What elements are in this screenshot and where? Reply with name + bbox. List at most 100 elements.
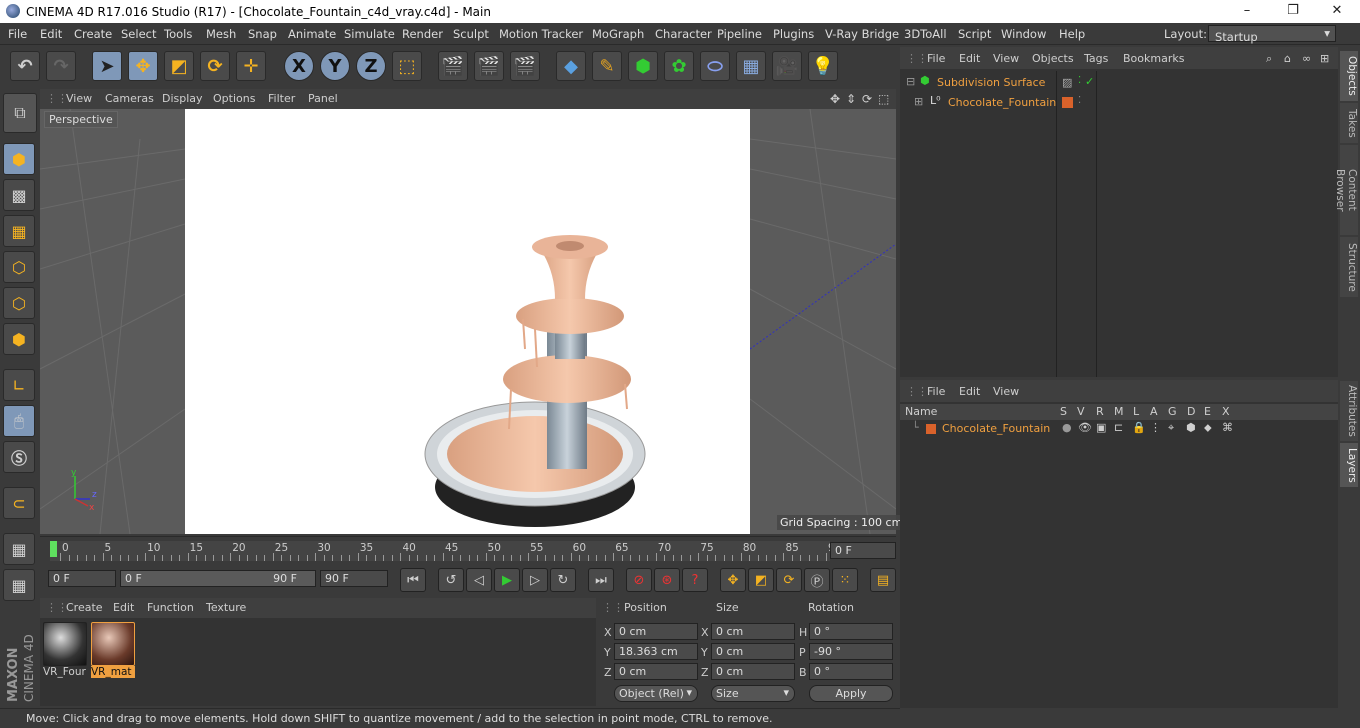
menu-render[interactable]: Render <box>402 27 443 41</box>
next-key-button[interactable]: ↻ <box>550 568 576 592</box>
layers-menu-view[interactable]: View <box>993 385 1019 398</box>
new-panel-icon[interactable]: ⊞ <box>1320 52 1329 65</box>
viewport-menu-view[interactable]: View <box>66 92 92 105</box>
autokey-button[interactable]: ⊛ <box>654 568 680 592</box>
material-menu-edit[interactable]: Edit <box>113 601 134 614</box>
objects-menu-view[interactable]: View <box>993 52 1019 65</box>
expressions-icon[interactable]: ⬥ <box>1204 421 1212 435</box>
redo-button[interactable]: ↷ <box>46 51 76 81</box>
viewport-menu-display[interactable]: Display <box>162 92 203 105</box>
rotation-b-field[interactable]: 0 ° <box>809 663 893 680</box>
menu-mesh[interactable]: Mesh <box>206 27 236 41</box>
tab-layers[interactable]: Layers <box>1340 443 1358 487</box>
goto-start-button[interactable]: ⏮ <box>400 568 426 592</box>
layer-name[interactable]: Chocolate_Fountain <box>942 422 1050 435</box>
live-selection-button[interactable]: ➤ <box>92 51 122 81</box>
subdivision-surface-button[interactable]: ⬢ <box>628 51 658 81</box>
visibility-dots-icon[interactable]: ⁚ <box>1078 95 1081 106</box>
viewport-move-icon[interactable]: ✥ <box>830 92 840 106</box>
rotation-p-field[interactable]: -90 ° <box>809 643 893 660</box>
undo-button[interactable]: ↶ <box>10 51 40 81</box>
menu-pipeline[interactable]: Pipeline <box>717 27 762 41</box>
spline-pen-button[interactable]: ✎ <box>592 51 622 81</box>
floor-button[interactable]: ▦ <box>736 51 766 81</box>
maximize-button[interactable]: ❐ <box>1270 0 1316 23</box>
viewport-zoom-icon[interactable]: ⇕ <box>846 92 856 106</box>
next-frame-button[interactable]: ▷ <box>522 568 548 592</box>
layer-tag-icon[interactable]: ▨ <box>1062 76 1072 89</box>
object-name[interactable]: Chocolate_Fountain <box>948 96 1056 109</box>
menu-animate[interactable]: Animate <box>288 27 336 41</box>
eye-icon[interactable]: 👁 <box>1078 421 1092 434</box>
workplane-lock-button[interactable]: ▦ <box>3 533 35 565</box>
magnet-button[interactable]: ⊂ <box>3 487 35 519</box>
objects-menu-tags[interactable]: Tags <box>1084 52 1108 65</box>
y-axis-lock-button[interactable]: Y <box>320 51 350 81</box>
key-position-button[interactable]: ✥ <box>720 568 746 592</box>
menu-window[interactable]: Window <box>1001 27 1046 41</box>
tab-objects[interactable]: Objects <box>1340 51 1358 101</box>
polygons-mode-button[interactable]: ⬢ <box>3 323 35 355</box>
solo-icon[interactable]: ● <box>1062 421 1072 434</box>
render-view-button[interactable]: 🎬 <box>438 51 468 81</box>
object-name[interactable]: Subdivision Surface <box>937 76 1045 89</box>
prev-frame-button[interactable]: ◁ <box>466 568 492 592</box>
render-picture-viewer-button[interactable]: 🎬 <box>474 51 504 81</box>
material-swatch-selected[interactable] <box>91 622 135 666</box>
prev-key-button[interactable]: ↺ <box>438 568 464 592</box>
material-menu-texture[interactable]: Texture <box>206 601 246 614</box>
z-axis-lock-button[interactable]: Z <box>356 51 386 81</box>
visibility-dots-icon[interactable]: ⁚ <box>1078 75 1081 86</box>
recent-tool-button[interactable]: ✛ <box>236 51 266 81</box>
deformers-icon[interactable]: ⬢ <box>1186 421 1196 434</box>
link-icon[interactable]: ∞ <box>1302 52 1311 65</box>
tab-attributes[interactable]: Attributes <box>1340 381 1358 441</box>
position-y-field[interactable]: 18.363 cm <box>614 643 698 660</box>
render-clapper-icon[interactable]: ▣ <box>1096 421 1106 434</box>
position-x-field[interactable]: 0 cm <box>614 623 698 640</box>
size-x-field[interactable]: 0 cm <box>711 623 795 640</box>
viewport-menu-filter[interactable]: Filter <box>268 92 295 105</box>
points-mode-button[interactable]: ⬡ <box>3 251 35 283</box>
material-menu-function[interactable]: Function <box>147 601 194 614</box>
end-frame-field[interactable]: 90 F <box>320 570 388 587</box>
viewport-menu-options[interactable]: Options <box>213 92 255 105</box>
expand-icon[interactable]: ⊞ <box>914 95 923 108</box>
layout-select[interactable]: Startup ▾ <box>1208 25 1336 44</box>
tab-takes[interactable]: Takes <box>1340 103 1358 143</box>
key-rotation-button[interactable]: ⟳ <box>776 568 802 592</box>
menu-vray-bridge[interactable]: V-Ray Bridge <box>825 27 899 41</box>
menu-simulate[interactable]: Simulate <box>344 27 395 41</box>
coordinate-mode-select[interactable]: Object (Rel) ▾ <box>614 685 698 702</box>
layer-color-swatch[interactable] <box>1062 97 1073 108</box>
generators-icon[interactable]: ⌖ <box>1168 421 1174 435</box>
key-parameter-button[interactable]: Ⓟ <box>804 568 830 592</box>
objects-menu-edit[interactable]: Edit <box>959 52 980 65</box>
start-frame-field[interactable]: 0 F <box>48 570 116 587</box>
move-tool-button[interactable]: ✥ <box>128 51 158 81</box>
objects-menu-objects[interactable]: Objects <box>1032 52 1074 65</box>
animation-icon[interactable]: ⋮ <box>1150 421 1161 434</box>
x-axis-lock-button[interactable]: X <box>284 51 314 81</box>
workplane-align-button[interactable]: ▦ <box>3 569 35 601</box>
object-row-subdivision[interactable]: ⊟ ⬢ Subdivision Surface ▨ ⁚ ✓ <box>900 73 1338 91</box>
objects-menu-bookmarks[interactable]: Bookmarks <box>1123 52 1184 65</box>
coordinate-system-button[interactable]: ⬚ <box>392 51 422 81</box>
render-settings-button[interactable]: 🎬 <box>510 51 540 81</box>
perspective-viewport[interactable]: y z x <box>40 109 896 534</box>
layers-menu-edit[interactable]: Edit <box>959 385 980 398</box>
tab-content-browser[interactable]: Content Browser <box>1334 145 1358 235</box>
deformer-button[interactable]: ⬭ <box>700 51 730 81</box>
viewport-menu-panel[interactable]: Panel <box>308 92 338 105</box>
manager-icon[interactable]: ⊏ <box>1114 421 1123 434</box>
menu-select[interactable]: Select <box>121 27 156 41</box>
position-z-field[interactable]: 0 cm <box>614 663 698 680</box>
workplane-mode-button[interactable]: ▦ <box>3 215 35 247</box>
menu-script[interactable]: Script <box>958 27 991 41</box>
keyframe-selection-button[interactable]: ? <box>682 568 708 592</box>
snap-button[interactable]: Ⓢ <box>3 441 35 473</box>
playhead[interactable] <box>50 541 57 557</box>
material-swatch[interactable] <box>43 622 87 666</box>
search-icon[interactable]: ⌕ <box>1266 52 1272 66</box>
frame-range-slider[interactable]: 0 F 90 F <box>120 570 316 587</box>
